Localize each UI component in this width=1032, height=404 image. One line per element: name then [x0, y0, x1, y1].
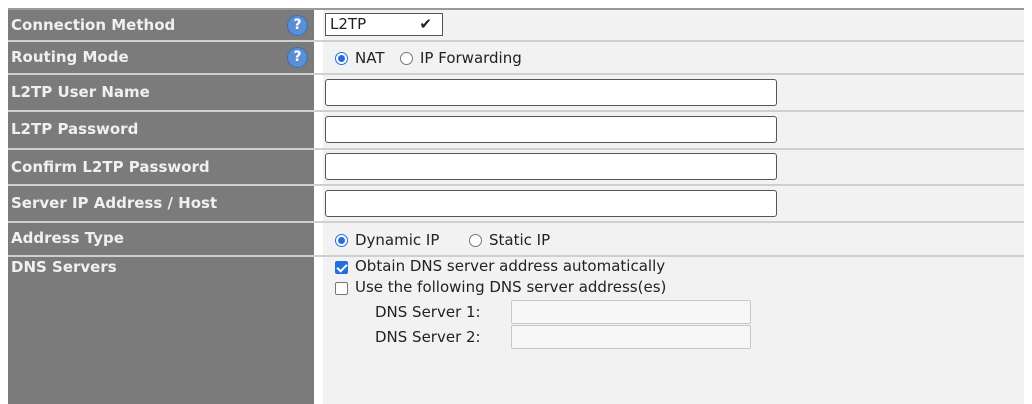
dns-server-2-label: DNS Server 2: [375, 328, 481, 346]
radio-nat-label: NAT [355, 49, 385, 67]
address-type-label-cell: Address Type [8, 223, 314, 255]
dns-servers-value-cell: Obtain DNS server address automatically … [323, 257, 1024, 404]
dns-manual-label: Use the following DNS server address(es) [355, 278, 667, 296]
help-question-icon[interactable]: ? [287, 15, 308, 36]
dns-server-1-label: DNS Server 1: [375, 303, 481, 321]
dns-servers-label: DNS Servers [11, 258, 117, 276]
l2tp-password-label: L2TP Password [11, 120, 139, 138]
wan-settings-form: Connection Method ? L2TP ✔ Routing Mode … [8, 8, 1024, 404]
server-address-label-cell: Server IP Address / Host [8, 186, 314, 221]
radio-dynamic-ip[interactable] [335, 234, 348, 247]
server-address-value-cell [323, 186, 1024, 221]
radio-nat[interactable] [335, 52, 348, 65]
l2tp-user-name-value-cell [323, 75, 1024, 110]
confirm-password-input[interactable] [325, 153, 777, 180]
dns-server-1-input[interactable] [511, 300, 751, 324]
help-question-icon[interactable]: ? [287, 47, 308, 68]
l2tp-password-input[interactable] [325, 116, 777, 143]
chevron-down-icon: ✔ [419, 15, 432, 33]
row-confirm-password: Confirm L2TP Password [8, 150, 1024, 184]
l2tp-user-name-label-cell: L2TP User Name [8, 75, 314, 110]
l2tp-password-label-cell: L2TP Password [8, 112, 314, 148]
server-address-input[interactable] [325, 190, 777, 217]
routing-mode-label: Routing Mode [11, 48, 129, 66]
row-routing-mode: Routing Mode ? NAT IP Forwarding [8, 42, 1024, 73]
row-address-type: Address Type Dynamic IP Static IP [8, 223, 1024, 255]
row-server-address: Server IP Address / Host [8, 186, 1024, 221]
radio-ip-forwarding-label: IP Forwarding [420, 49, 522, 67]
connection-method-value-cell: L2TP ✔ [323, 10, 1024, 40]
dns-auto-label: Obtain DNS server address automatically [355, 257, 666, 275]
dns-auto-checkbox[interactable] [335, 261, 348, 274]
l2tp-password-value-cell [323, 112, 1024, 148]
row-dns-servers: DNS Servers Obtain DNS server address au… [8, 257, 1024, 404]
radio-dynamic-ip-label: Dynamic IP [355, 231, 440, 249]
server-address-label: Server IP Address / Host [11, 194, 218, 212]
radio-static-ip[interactable] [469, 234, 482, 247]
l2tp-user-name-label: L2TP User Name [11, 83, 150, 101]
confirm-password-label-cell: Confirm L2TP Password [8, 150, 314, 184]
dns-manual-checkbox[interactable] [335, 282, 348, 295]
confirm-password-value-cell [323, 150, 1024, 184]
row-l2tp-password: L2TP Password [8, 112, 1024, 148]
address-type-label: Address Type [11, 229, 124, 247]
radio-static-ip-label: Static IP [489, 231, 551, 249]
connection-method-select[interactable]: L2TP ✔ [325, 13, 443, 36]
dns-server-2-input[interactable] [511, 325, 751, 349]
connection-method-label-cell: Connection Method ? [8, 10, 314, 40]
row-connection-method: Connection Method ? L2TP ✔ [8, 10, 1024, 40]
connection-method-label: Connection Method [11, 16, 176, 34]
confirm-password-label: Confirm L2TP Password [11, 158, 210, 176]
radio-ip-forwarding[interactable] [400, 52, 413, 65]
row-l2tp-user-name: L2TP User Name [8, 75, 1024, 110]
address-type-value-cell: Dynamic IP Static IP [323, 223, 1024, 255]
routing-mode-value-cell: NAT IP Forwarding [323, 42, 1024, 73]
l2tp-user-name-input[interactable] [325, 79, 777, 106]
dns-servers-label-cell: DNS Servers [8, 257, 314, 404]
routing-mode-label-cell: Routing Mode ? [8, 42, 314, 73]
connection-method-selected: L2TP [330, 15, 367, 33]
